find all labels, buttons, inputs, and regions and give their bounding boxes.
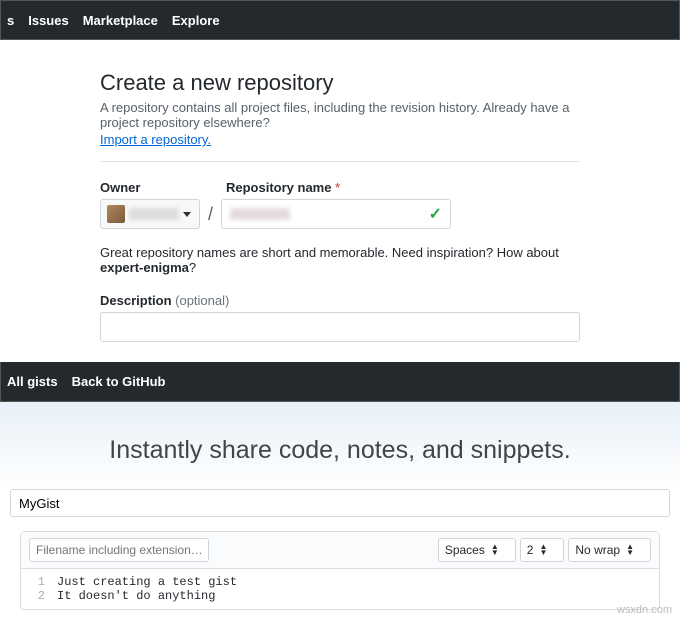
nav-item-all-gists[interactable]: All gists bbox=[7, 374, 58, 389]
description-optional: (optional) bbox=[175, 293, 229, 308]
page-title: Create a new repository bbox=[100, 70, 580, 96]
gist-hero: Instantly share code, notes, and snippet… bbox=[0, 402, 680, 489]
owner-label: Owner bbox=[100, 180, 140, 195]
code-editor[interactable]: 1 Just creating a test gist 2 It doesn't… bbox=[21, 569, 659, 609]
gist-nav: All gists Back to GitHub bbox=[0, 362, 680, 402]
watermark: wsxdn.com bbox=[617, 604, 672, 616]
gist-tagline: Instantly share code, notes, and snippet… bbox=[0, 436, 680, 465]
stepper-icon: ▲▼ bbox=[539, 544, 547, 556]
code-line: 2 It doesn't do anything bbox=[21, 589, 659, 603]
stepper-icon: ▲▼ bbox=[491, 544, 499, 556]
description-label: Description bbox=[100, 293, 172, 308]
filename-input[interactable] bbox=[29, 538, 209, 562]
nav-item-marketplace[interactable]: Marketplace bbox=[83, 13, 158, 28]
line-text: Just creating a test gist bbox=[57, 575, 237, 589]
nav-item-explore[interactable]: Explore bbox=[172, 13, 220, 28]
nav-item-pulls[interactable]: s bbox=[7, 13, 14, 28]
check-icon: ✓ bbox=[429, 204, 442, 224]
description-input[interactable] bbox=[100, 312, 580, 342]
repo-name-input[interactable]: ✓ bbox=[221, 199, 451, 229]
divider bbox=[100, 161, 580, 162]
wrap-mode-select[interactable]: No wrap ▲▼ bbox=[568, 538, 651, 562]
owner-repo-slash: / bbox=[208, 204, 213, 225]
suggested-name[interactable]: expert-enigma bbox=[100, 260, 189, 275]
avatar bbox=[107, 205, 125, 223]
gist-form: Spaces ▲▼ 2 ▲▼ No wrap ▲▼ 1 Just creatin… bbox=[0, 489, 680, 620]
file-header: Spaces ▲▼ 2 ▲▼ No wrap ▲▼ bbox=[21, 532, 659, 569]
subtitle: A repository contains all project files,… bbox=[100, 100, 580, 130]
chevron-down-icon bbox=[183, 212, 191, 217]
name-hint: Great repository names are short and mem… bbox=[100, 245, 580, 275]
import-repo-link[interactable]: Import a repository. bbox=[100, 132, 211, 147]
owner-name-redacted bbox=[129, 208, 179, 220]
line-number: 2 bbox=[21, 589, 57, 603]
line-text: It doesn't do anything bbox=[57, 589, 215, 603]
indent-size-select[interactable]: 2 ▲▼ bbox=[520, 538, 565, 562]
indent-mode-select[interactable]: Spaces ▲▼ bbox=[438, 538, 516, 562]
required-asterisk: * bbox=[335, 180, 340, 195]
top-nav: s Issues Marketplace Explore bbox=[0, 0, 680, 40]
line-number: 1 bbox=[21, 575, 57, 589]
nav-item-issues[interactable]: Issues bbox=[28, 13, 68, 28]
gist-description-input[interactable] bbox=[10, 489, 670, 517]
owner-dropdown[interactable] bbox=[100, 199, 200, 229]
repo-name-redacted bbox=[230, 208, 290, 220]
repo-name-label: Repository name bbox=[226, 180, 331, 195]
stepper-icon: ▲▼ bbox=[626, 544, 634, 556]
gist-file: Spaces ▲▼ 2 ▲▼ No wrap ▲▼ 1 Just creatin… bbox=[20, 531, 660, 610]
create-repo-form: Create a new repository A repository con… bbox=[0, 40, 680, 362]
nav-item-back-to-github[interactable]: Back to GitHub bbox=[72, 374, 166, 389]
code-line: 1 Just creating a test gist bbox=[21, 575, 659, 589]
